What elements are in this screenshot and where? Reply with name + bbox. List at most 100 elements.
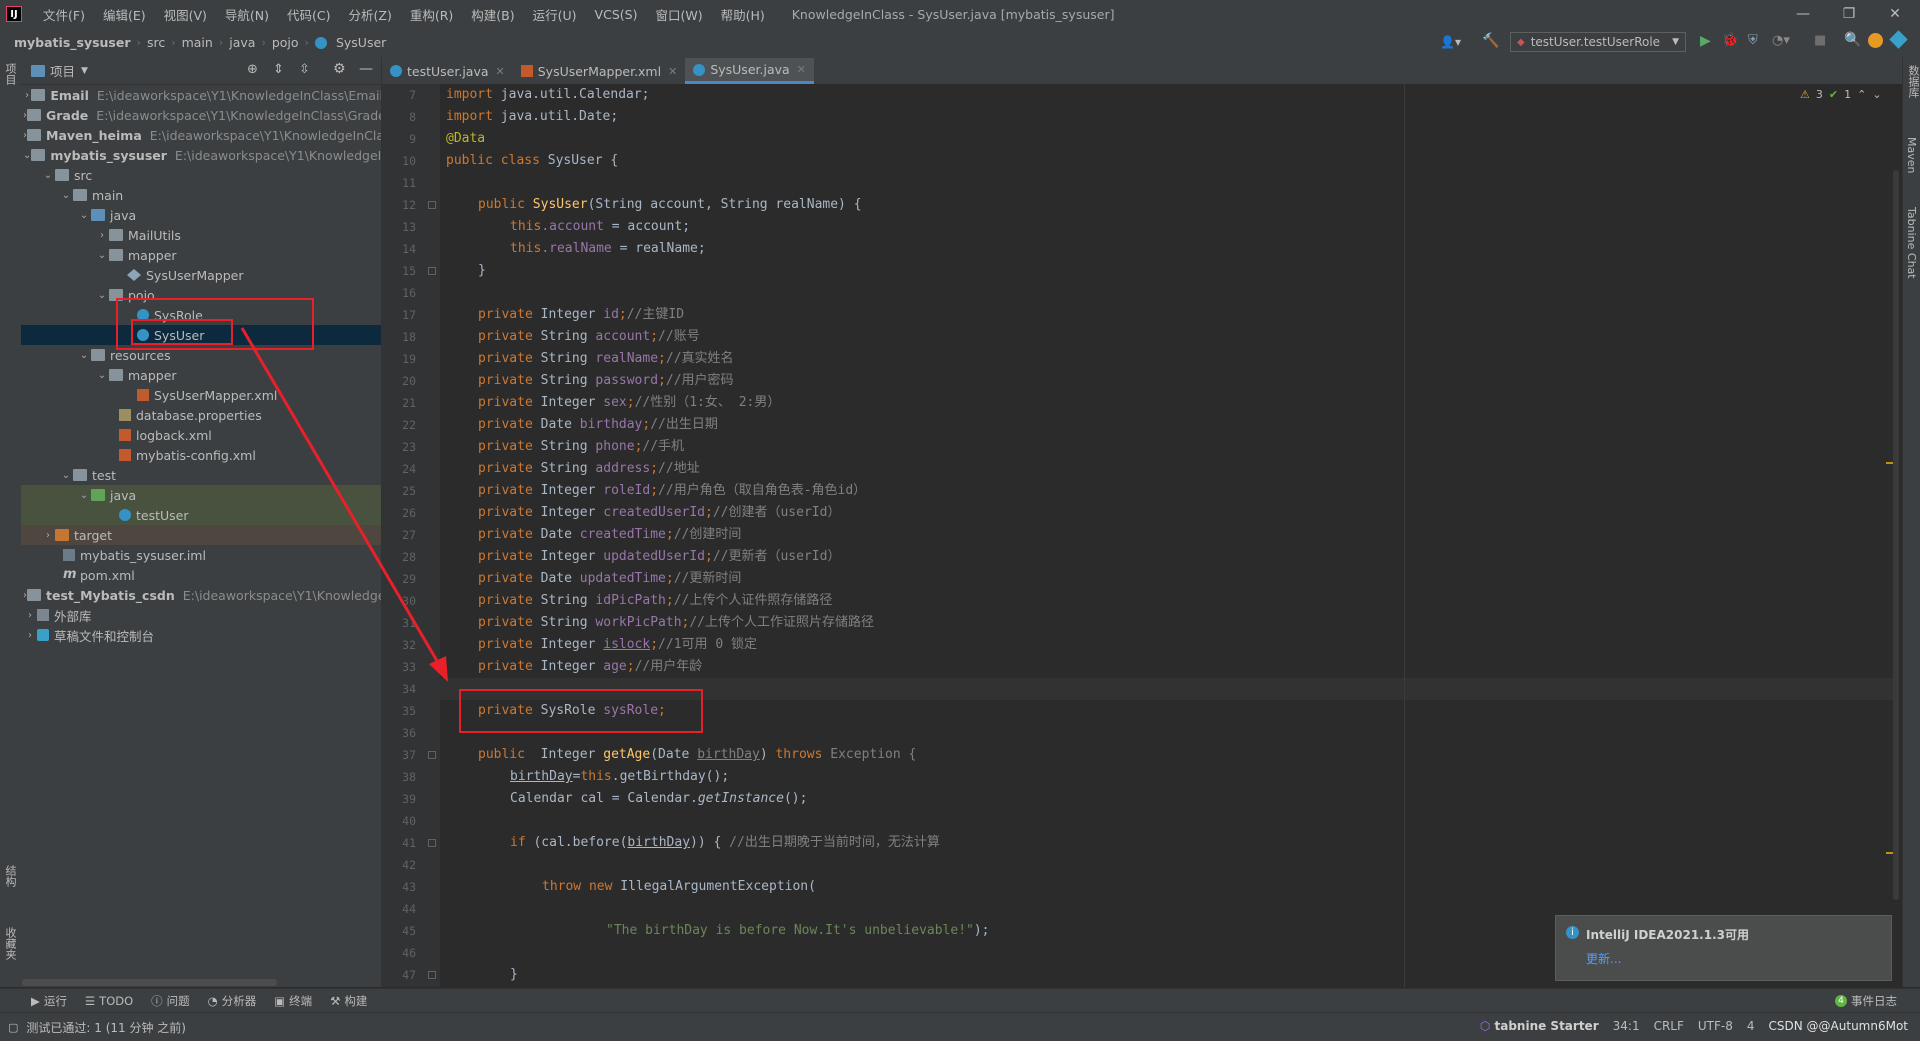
close-icon[interactable]: ✕	[496, 65, 505, 78]
menu-window[interactable]: 窗口(W)	[646, 5, 711, 24]
line-number[interactable]: 37	[382, 744, 416, 766]
line-number[interactable]: 38	[382, 766, 416, 788]
chevron-right-icon[interactable]: ›	[41, 530, 55, 541]
line-number[interactable]: 26	[382, 502, 416, 524]
fold-marker-icon[interactable]	[428, 267, 436, 275]
locate-icon[interactable]: ⊕	[247, 62, 258, 77]
line-number[interactable]: 39	[382, 788, 416, 810]
breadcrumb-src[interactable]: src	[143, 35, 169, 50]
chevron-up-icon[interactable]: ⌃	[1857, 88, 1866, 101]
update-notification[interactable]: i IntelliJ IDEA2021.1.3可用 更新...	[1555, 915, 1892, 981]
chevron-down-icon[interactable]: ⌄	[95, 250, 109, 261]
chevron-down-icon[interactable]: ⌄	[95, 290, 109, 301]
hide-panel-icon[interactable]: —	[359, 61, 373, 77]
user-icon[interactable]: 👤▾	[1440, 35, 1461, 49]
chevron-down-icon[interactable]: ⌄	[77, 350, 91, 361]
chevron-down-icon[interactable]: ▼	[81, 66, 88, 76]
terminal-toolwindow-button[interactable]: ▣ 终端	[265, 993, 321, 1009]
line-number[interactable]: 16	[382, 282, 416, 304]
chevron-down-icon[interactable]: ⌄	[23, 150, 31, 161]
tree-item-scratches[interactable]: › 草稿文件和控制台	[21, 625, 381, 645]
chevron-down-icon[interactable]: ⌄	[41, 170, 55, 181]
tab-sysuser-java[interactable]: SysUser.java ✕	[685, 58, 814, 84]
tree-item-src[interactable]: ⌄ src	[21, 165, 381, 185]
tree-item-sysusermapper-xml[interactable]: SysUserMapper.xml	[21, 385, 381, 405]
line-number[interactable]: 9	[382, 128, 416, 150]
tree-item-java[interactable]: ⌄ java	[21, 205, 381, 225]
breadcrumb-main[interactable]: main	[178, 35, 217, 50]
tree-item-target[interactable]: › target	[21, 525, 381, 545]
chevron-right-icon[interactable]: ›	[23, 610, 37, 621]
tree-item-maven-heima[interactable]: › Maven_heima E:\ideaworkspace\Y1\Knowled…	[21, 125, 381, 145]
line-number[interactable]: 12	[382, 194, 416, 216]
expand-all-icon[interactable]: ⇕	[273, 62, 284, 77]
line-number[interactable]: 7	[382, 84, 416, 106]
chevron-right-icon[interactable]: ›	[23, 630, 37, 641]
profiler-toolwindow-button[interactable]: ◔ 分析器	[199, 993, 266, 1009]
coverage-icon[interactable]: ⛨	[1748, 33, 1758, 48]
line-number[interactable]: 47	[382, 964, 416, 986]
fold-marker-icon[interactable]	[428, 201, 436, 209]
line-number[interactable]: 25	[382, 480, 416, 502]
chevron-down-icon[interactable]: ⌄	[77, 210, 91, 221]
code-editor[interactable]: import java.util.Calendar; import java.u…	[440, 84, 1902, 987]
structure-toolwindow-tab[interactable]: 结构	[2, 865, 18, 887]
menu-view[interactable]: 视图(V)	[155, 5, 216, 24]
line-number[interactable]: 33	[382, 656, 416, 678]
chevron-down-icon[interactable]: ⌄	[59, 470, 73, 481]
problems-toolwindow-button[interactable]: ⓘ 问题	[142, 993, 199, 1009]
close-icon[interactable]: ✕	[668, 65, 677, 78]
line-number[interactable]: 20	[382, 370, 416, 392]
tree-item-external-libraries[interactable]: › 外部库	[21, 605, 381, 625]
menu-analyze[interactable]: 分析(Z)	[340, 5, 401, 24]
breadcrumb-java[interactable]: java	[225, 35, 259, 50]
event-log-button[interactable]: 4 事件日志	[1826, 993, 1906, 1009]
line-number[interactable]: 28	[382, 546, 416, 568]
caret-position[interactable]: 34:1	[1613, 1019, 1640, 1033]
tab-testuser-java[interactable]: testUser.java ✕	[382, 58, 513, 84]
menu-run[interactable]: 运行(U)	[524, 5, 586, 24]
menu-file[interactable]: 文件(F)	[34, 5, 94, 24]
line-number[interactable]: 27	[382, 524, 416, 546]
breadcrumb-pojo[interactable]: pojo	[268, 35, 303, 50]
stop-icon[interactable]: ■	[1814, 33, 1826, 48]
line-number[interactable]: 45	[382, 920, 416, 942]
tree-item-mapper[interactable]: ⌄ mapper	[21, 245, 381, 265]
line-number[interactable]: 22	[382, 414, 416, 436]
collapse-all-icon[interactable]: ⇳	[299, 62, 310, 77]
debug-icon[interactable]: 🐞	[1722, 33, 1738, 48]
inspection-widget[interactable]: ⚠ 3 ✔ 1 ⌃ ⌄	[1800, 88, 1882, 101]
line-number[interactable]: 10	[382, 150, 416, 172]
tree-item-mybatis-sysuser[interactable]: ⌄ mybatis_sysuser E:\ideaworkspace\Y1\Kno…	[21, 145, 381, 165]
run-icon[interactable]: ▶	[1700, 33, 1711, 49]
tree-item-resources-mapper[interactable]: ⌄ mapper	[21, 365, 381, 385]
menu-navigate[interactable]: 导航(N)	[216, 5, 278, 24]
line-number[interactable]: 15	[382, 260, 416, 282]
chevron-down-icon[interactable]: ⌄	[77, 490, 91, 501]
close-window-button[interactable]: ✕	[1872, 0, 1918, 28]
tree-item-grade[interactable]: › Grade E:\ideaworkspace\Y1\KnowledgeInCl…	[21, 105, 381, 125]
tabnine-chat-toolwindow-tab[interactable]: Tabnine Chat	[1905, 207, 1918, 279]
line-number[interactable]: 43	[382, 876, 416, 898]
fold-marker-icon[interactable]	[428, 971, 436, 979]
run-configuration-select[interactable]: ◆ testUser.testUserRole ▼	[1510, 32, 1686, 52]
database-toolwindow-tab[interactable]: 数据库	[1905, 65, 1920, 98]
breadcrumb-project[interactable]: mybatis_sysuser	[10, 35, 135, 50]
tree-item-sysusermapper[interactable]: SysUserMapper	[21, 265, 381, 285]
notification-update-link[interactable]: 更新...	[1586, 950, 1621, 967]
minimize-button[interactable]: —	[1780, 0, 1826, 28]
line-number[interactable]: 40	[382, 810, 416, 832]
update-icon[interactable]	[1868, 33, 1883, 48]
file-encoding[interactable]: UTF-8	[1698, 1019, 1733, 1033]
line-number[interactable]: 32	[382, 634, 416, 656]
tabnine-status[interactable]: ⬡ tabnine Starter	[1480, 1019, 1599, 1033]
editor-gutter[interactable]: 7 8 9 10 11 12 13 14 15 16 17 18 19 20 21 22 23 24 25 26 27 2…	[382, 84, 440, 987]
breadcrumb-sysuser[interactable]: SysUser	[332, 35, 390, 50]
build-toolwindow-button[interactable]: ⚒ 构建	[321, 993, 376, 1009]
build-hammer-icon[interactable]: 🔨	[1482, 33, 1499, 49]
fold-marker-icon[interactable]	[428, 839, 436, 847]
tree-item-mailutils[interactable]: › MailUtils	[21, 225, 381, 245]
tree-item-testuser[interactable]: testUser	[21, 505, 381, 525]
run-toolwindow-button[interactable]: ▶ 运行	[22, 993, 76, 1009]
line-number[interactable]: 18	[382, 326, 416, 348]
